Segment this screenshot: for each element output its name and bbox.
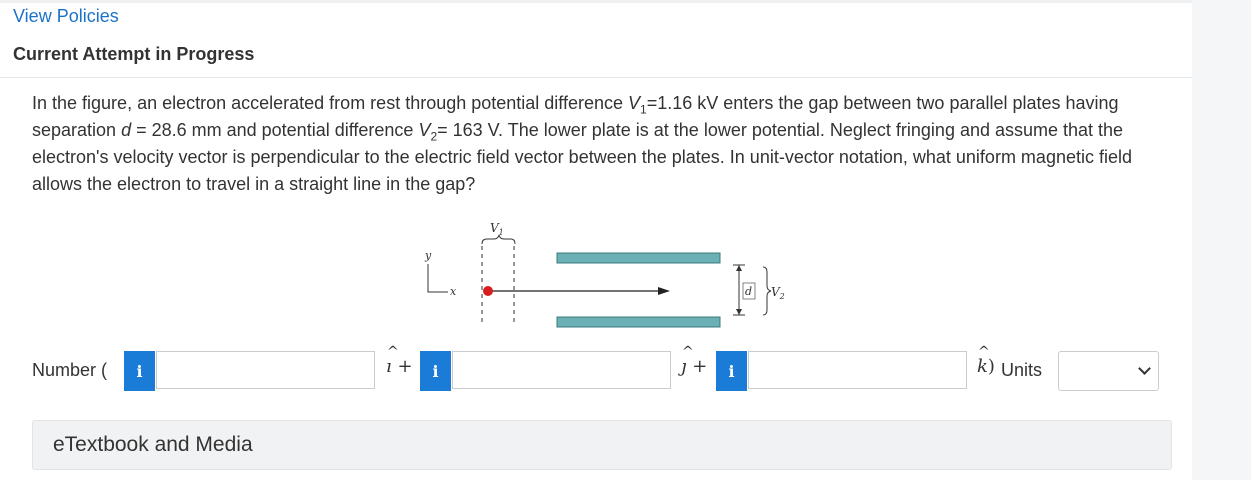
figure-axes [427,264,448,293]
figure-v1-brace [481,234,516,245]
figure-lower-plate [556,316,721,328]
physics-figure: V1 y x d V2 [424,221,785,328]
units-select[interactable] [1058,351,1159,391]
view-policies-link[interactable]: View Policies [13,6,119,27]
info-button-k[interactable]: i [716,351,747,391]
figure-v2-brace [762,266,772,316]
question-panel: View Policies Current Attempt in Progres… [0,0,1192,480]
figure-y-axis-label: y [424,249,432,262]
question-text: In the figure, an electron accelerated f… [32,93,1132,194]
number-label: Number ( [32,360,108,380]
answer-input-k[interactable] [748,351,967,389]
figure-electron [483,286,493,296]
etextbook-media-button[interactable]: eTextbook and Media [32,420,1172,470]
info-button-i[interactable]: i [124,351,155,391]
info-icon: i [136,361,143,381]
divider [0,77,1192,78]
top-strip [0,0,1192,3]
figure-x-axis-label: x [450,285,457,298]
figure-upper-plate [556,252,721,264]
k-hat-label: k) [977,344,995,377]
answer-input-i[interactable] [156,351,375,389]
info-icon: i [728,361,735,381]
answer-input-j[interactable] [452,351,671,389]
figure-d-arrow-down [736,309,742,315]
figure-v2-label: V2 [771,285,785,301]
attempt-title: Current Attempt in Progress [13,44,255,64]
etextbook-label: eTextbook and Media [53,433,253,456]
figure-d-arrow-up [736,265,742,271]
figure-arrowhead [658,287,670,295]
i-hat-label: ı + [386,344,413,377]
chevron-down-icon [1138,362,1151,375]
figure-d-label: d [745,285,752,298]
figure-v1-label: V1 [490,221,504,237]
info-icon: i [432,361,439,381]
j-hat-label: ȷ + [681,344,707,377]
units-label: Units [1001,360,1043,380]
info-button-j[interactable]: i [420,351,451,391]
